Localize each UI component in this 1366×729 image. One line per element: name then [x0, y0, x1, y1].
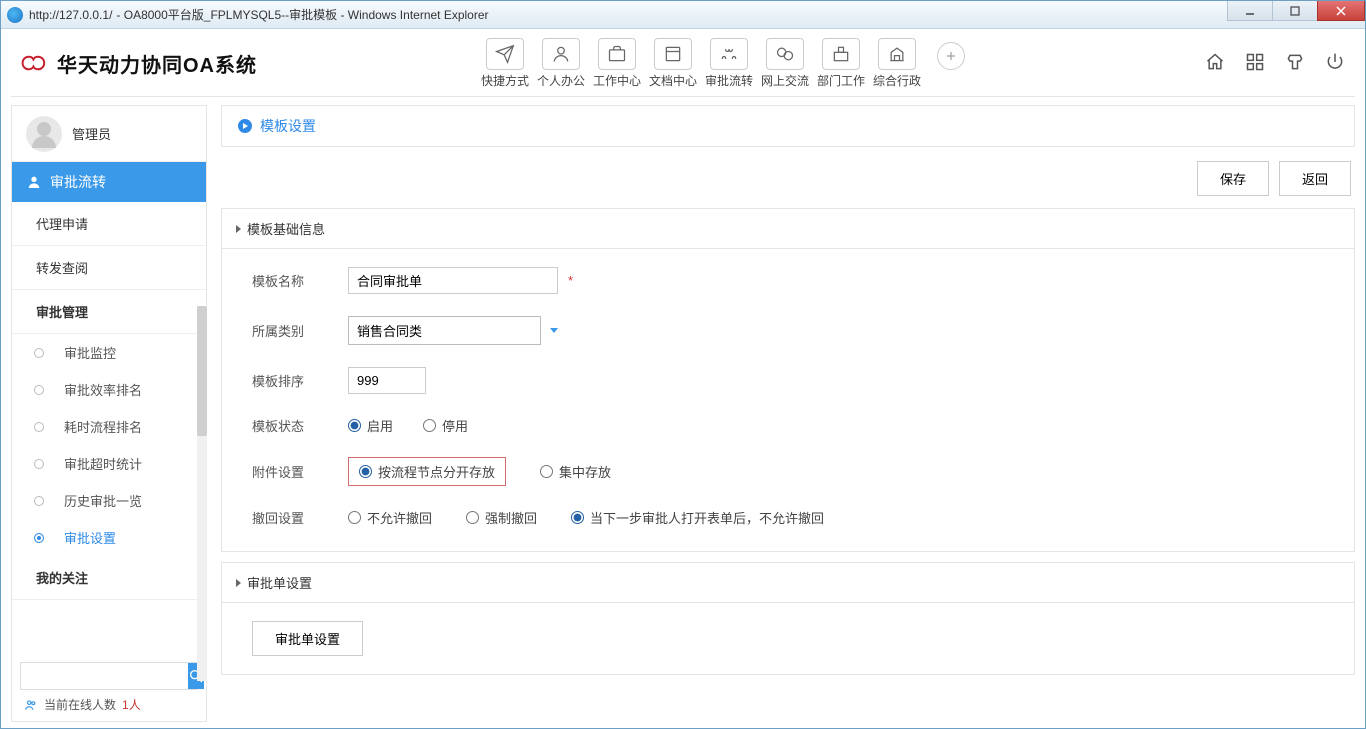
- logo-icon: [21, 54, 49, 74]
- nav-doccenter[interactable]: 文档中心: [645, 38, 701, 89]
- nav-admin[interactable]: 综合行政: [869, 38, 925, 89]
- maximize-button[interactable]: [1272, 1, 1318, 21]
- subitem-efficiency[interactable]: 审批效率排名: [12, 371, 206, 408]
- add-nav-button[interactable]: [937, 42, 965, 70]
- main-nav: 快捷方式 个人办公 工作中心 文档中心 审批流转 网上交流 部门工作 综合行政: [477, 38, 965, 89]
- ie-icon: [7, 7, 23, 23]
- input-order[interactable]: [348, 367, 426, 394]
- avatar: [26, 116, 62, 152]
- content-area: 模板设置 保存 返回 模板基础信息 模板名称 *: [221, 105, 1355, 722]
- theme-icon[interactable]: [1285, 52, 1305, 75]
- sidebar-item-follow[interactable]: 我的关注: [12, 556, 206, 600]
- user-block: 管理员: [12, 106, 206, 162]
- highlight-attach-split: 按流程节点分开存放: [348, 457, 506, 486]
- panel-approval-header[interactable]: 审批单设置: [222, 563, 1354, 603]
- power-icon[interactable]: [1325, 52, 1345, 75]
- subitem-monitor[interactable]: 审批监控: [12, 334, 206, 371]
- breadcrumb: 模板设置: [221, 105, 1355, 147]
- label-category: 所属类别: [252, 321, 332, 340]
- nav-personal[interactable]: 个人办公: [533, 38, 589, 89]
- action-row: 保存 返回: [221, 147, 1355, 198]
- subitem-time[interactable]: 耗时流程排名: [12, 408, 206, 445]
- sidebar-item-proxy[interactable]: 代理申请: [12, 202, 206, 246]
- caret-icon: [236, 225, 241, 233]
- home-icon[interactable]: [1205, 52, 1225, 75]
- window-title: - OA8000平台版_FPLMYSQL5--审批模板 - Windows In…: [116, 6, 488, 23]
- online-count: 当前在线人数 1人: [20, 690, 198, 713]
- nav-workcenter[interactable]: 工作中心: [589, 38, 645, 89]
- panel-basic-header[interactable]: 模板基础信息: [222, 209, 1354, 249]
- radio-attach-split[interactable]: 按流程节点分开存放: [359, 462, 495, 481]
- nav-communicate[interactable]: 网上交流: [757, 38, 813, 89]
- panel-approval-form: 审批单设置 审批单设置: [221, 562, 1355, 675]
- label-attach: 附件设置: [252, 462, 332, 481]
- radio-recall-no[interactable]: 不允许撤回: [348, 508, 432, 527]
- label-template-name: 模板名称: [252, 271, 332, 290]
- label-status: 模板状态: [252, 416, 332, 435]
- select-category[interactable]: [348, 316, 566, 345]
- sidebar-item-manage[interactable]: 审批管理: [12, 290, 206, 334]
- apps-icon[interactable]: [1245, 52, 1265, 75]
- save-button[interactable]: 保存: [1197, 161, 1269, 196]
- input-template-name[interactable]: [348, 267, 558, 294]
- browser-titlebar: http://127.0.0.1/ - OA8000平台版_FPLMYSQL5-…: [1, 1, 1365, 29]
- sidebar-scrollbar[interactable]: [197, 306, 207, 681]
- radio-status-disable[interactable]: 停用: [423, 416, 468, 435]
- caret-icon: [236, 579, 241, 587]
- nav-approval[interactable]: 审批流转: [701, 38, 757, 89]
- radio-recall-force[interactable]: 强制撤回: [466, 508, 537, 527]
- radio-attach-central[interactable]: 集中存放: [540, 462, 611, 481]
- sidebar-section-approval[interactable]: 审批流转: [12, 162, 206, 202]
- subitem-history[interactable]: 历史审批一览: [12, 482, 206, 519]
- sidebar: 管理员 审批流转 代理申请 转发查阅 审批管理 审批监控 审批效率排名 耗时流程…: [11, 105, 207, 722]
- nav-shortcut[interactable]: 快捷方式: [477, 38, 533, 89]
- sidebar-search: [20, 662, 198, 690]
- user-name: 管理员: [72, 124, 111, 143]
- panel-basic-info: 模板基础信息 模板名称 * 所属类别: [221, 208, 1355, 552]
- required-mark: *: [568, 273, 573, 288]
- minimize-button[interactable]: [1227, 1, 1273, 21]
- search-input[interactable]: [21, 663, 188, 689]
- app-header: 华天动力协同OA系统 快捷方式 个人办公 工作中心 文档中心 审批流转 网上交流…: [11, 37, 1355, 97]
- nav-department[interactable]: 部门工作: [813, 38, 869, 89]
- subitem-overtime[interactable]: 审批超时统计: [12, 445, 206, 482]
- url-text: http://127.0.0.1/: [29, 8, 112, 22]
- close-button[interactable]: [1317, 1, 1365, 21]
- approval-form-settings-button[interactable]: 审批单设置: [252, 621, 363, 656]
- back-button[interactable]: 返回: [1279, 161, 1351, 196]
- play-icon: [238, 119, 252, 133]
- label-order: 模板排序: [252, 371, 332, 390]
- chevron-down-icon[interactable]: [540, 316, 566, 345]
- logo-text: 华天动力协同OA系统: [57, 49, 257, 78]
- subitem-settings[interactable]: 审批设置: [12, 519, 206, 556]
- label-recall: 撤回设置: [252, 508, 332, 527]
- radio-recall-cond[interactable]: 当下一步审批人打开表单后，不允许撤回: [571, 508, 824, 527]
- radio-status-enable[interactable]: 启用: [348, 416, 393, 435]
- sidebar-item-forward[interactable]: 转发查阅: [12, 246, 206, 290]
